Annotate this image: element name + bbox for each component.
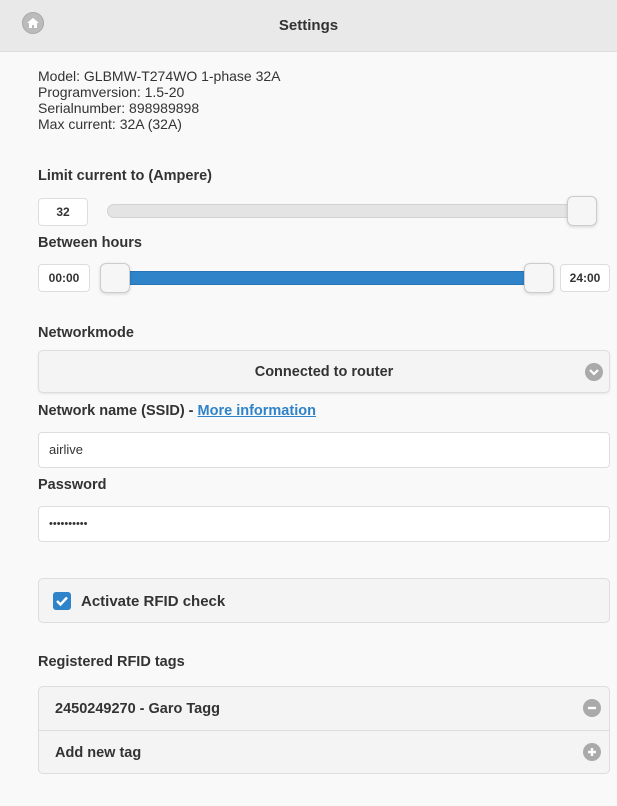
serial-number-text: Serialnumber: 898989898 [38,100,200,116]
list-item[interactable]: Add new tag [39,730,609,774]
between-hours-label: Between hours [38,235,142,251]
list-item[interactable]: 2450249270 - Garo Tagg [39,687,609,730]
ssid-input[interactable]: airlive [38,432,610,468]
add-new-tag-label: Add new tag [55,745,142,761]
device-info: Model: GLBMW-T274WO 1-phase 32A Programv… [38,68,281,132]
minus-icon[interactable] [583,699,601,717]
registered-tags-label: Registered RFID tags [38,654,185,670]
password-input[interactable]: •••••••••• [38,506,610,542]
limit-current-slider-handle[interactable] [567,196,597,226]
plus-icon[interactable] [583,743,601,761]
rfid-checkbox[interactable] [53,592,71,610]
limit-current-input[interactable]: 32 [38,198,88,226]
checkmark-icon [56,596,68,607]
page-title: Settings [278,17,339,34]
rfid-check-toggle[interactable]: Activate RFID check [38,578,610,623]
registered-tags-list: 2450249270 - Garo Tagg Add new tag [38,686,610,774]
networkmode-select[interactable]: Connected to router [38,350,610,393]
chevron-down-icon [585,363,603,381]
network-name-label-text: Network name (SSID) - [38,403,198,419]
hours-range-fill [124,271,526,285]
max-current-text: Max current: 32A (32A) [38,116,182,132]
end-hour-slider-handle[interactable] [524,263,554,293]
more-information-link[interactable]: More information [198,403,316,419]
networkmode-selected-value: Connected to router [254,364,394,380]
password-label: Password [38,477,107,493]
header-bar: Settings [0,0,617,52]
start-hour-slider-handle[interactable] [100,263,130,293]
networkmode-label: Networkmode [38,325,134,341]
rfid-check-label: Activate RFID check [81,593,226,610]
limit-current-track[interactable] [107,204,595,218]
model-text: Model: GLBMW-T274WO 1-phase 32A [38,68,281,84]
network-name-label: Network name (SSID) - More information [38,403,316,419]
limit-current-label: Limit current to (Ampere) [38,168,213,184]
start-hour-input[interactable]: 00:00 [38,264,90,292]
tag-label: 2450249270 - Garo Tagg [55,701,220,717]
program-version-text: Programversion: 1.5-20 [38,84,185,100]
end-hour-input[interactable]: 24:00 [560,264,610,292]
